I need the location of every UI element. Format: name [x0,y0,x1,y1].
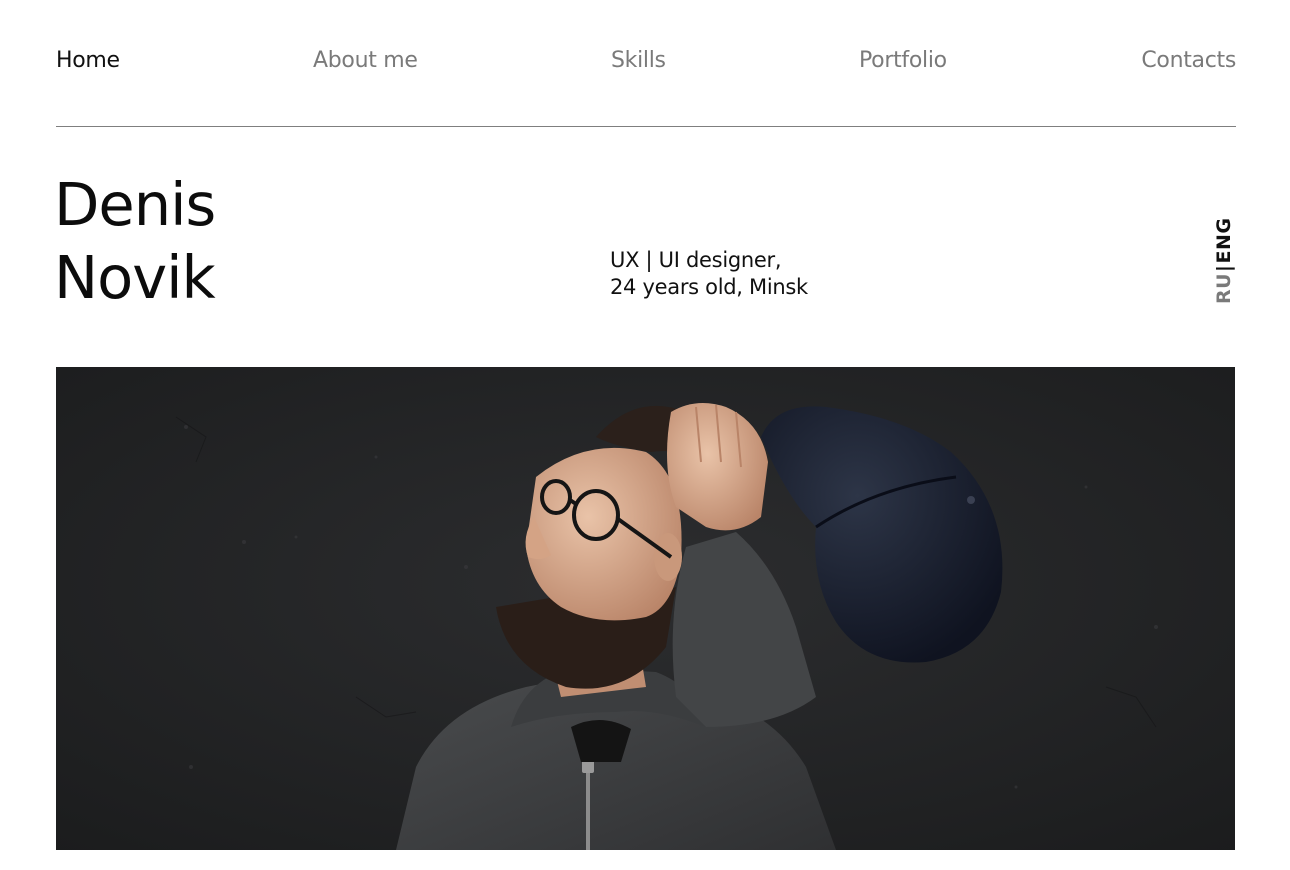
page-title: Denis Novik [54,168,216,314]
first-name: Denis [54,170,216,239]
tagline-role: UX | UI designer, [610,248,782,272]
language-separator: | [1213,264,1235,272]
nav-item-portfolio[interactable]: Portfolio [859,48,947,73]
page: Home About me Skills Portfolio Contacts … [0,0,1290,870]
nav-item-home[interactable]: Home [56,48,120,73]
last-name: Novik [54,243,216,312]
nav-item-about-me[interactable]: About me [313,48,418,73]
nav-item-skills[interactable]: Skills [611,48,666,73]
portrait-photo [56,367,1235,850]
tagline: UX | UI designer, 24 years old, Minsk [610,247,808,301]
main-nav: Home About me Skills Portfolio Contacts [56,44,1236,80]
tagline-details: 24 years old, Minsk [610,275,808,299]
nav-item-contacts[interactable]: Contacts [1141,48,1236,73]
language-eng-link[interactable]: ENG [1213,218,1235,264]
language-ru-link[interactable]: RU [1213,273,1235,304]
language-switcher: RU|ENG [1212,218,1236,305]
nav-divider [56,126,1236,127]
